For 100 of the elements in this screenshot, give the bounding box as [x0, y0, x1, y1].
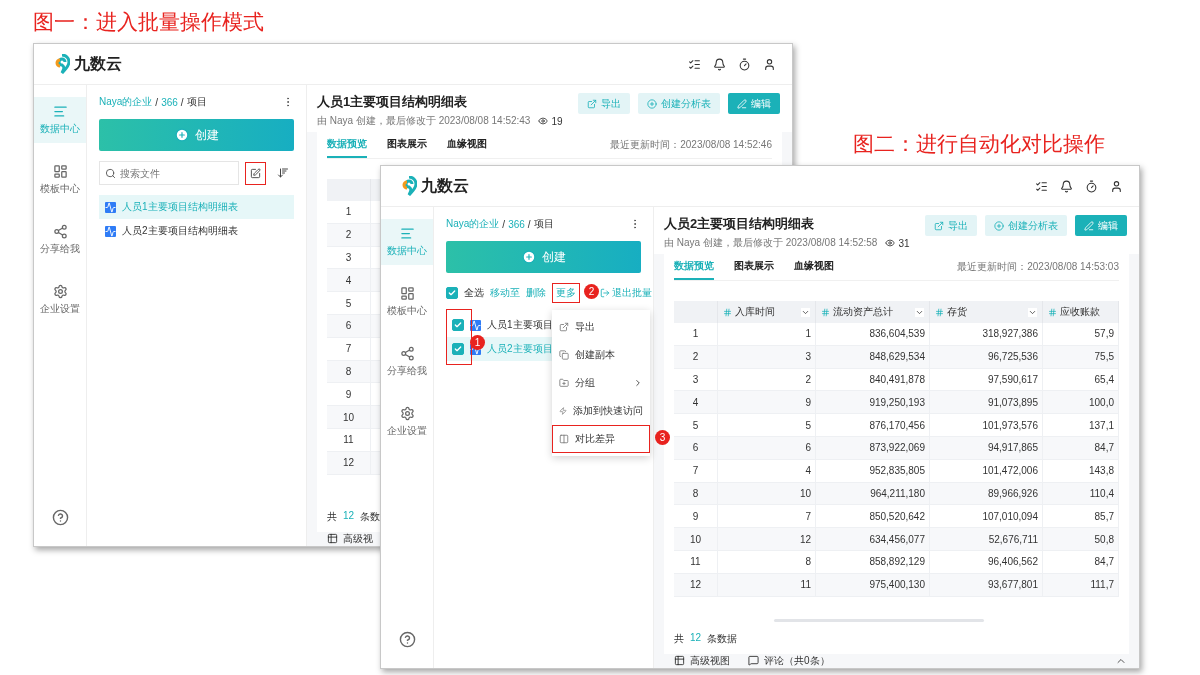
select-all-label[interactable]: 全选 [464, 286, 484, 300]
check-icon [448, 289, 456, 297]
document-meta: 由 Naya 创建，最后修改于 2023/08/08 14:52:58 [664, 236, 878, 250]
row-number: 8 [327, 360, 371, 383]
table-cell: 919,250,193 [816, 391, 930, 414]
nav-item[interactable]: 模板中心 [34, 157, 86, 203]
total-label: 条数据 [707, 631, 738, 646]
pen-icon [737, 98, 747, 109]
menu-item[interactable]: 添加到快速访问 [552, 397, 650, 425]
table-cell: 137,1 [1043, 414, 1119, 436]
settings-icon [399, 406, 415, 421]
table-cell: 12 [718, 528, 816, 550]
share-icon [399, 346, 415, 361]
total-label: 共 [327, 509, 337, 524]
table-cell: 848,629,534 [816, 345, 930, 368]
plus-icon [521, 250, 536, 264]
help-icon[interactable] [51, 509, 69, 526]
help-icon[interactable] [398, 631, 416, 648]
view-tab[interactable]: 血缘视图 [447, 132, 487, 158]
view-tab[interactable]: 血缘视图 [794, 254, 834, 280]
table-cell: 110,4 [1043, 482, 1119, 505]
row-number: 2 [674, 345, 718, 368]
total-count: 12 [343, 509, 355, 523]
timer-icon[interactable] [1085, 179, 1098, 193]
notification-icon[interactable] [1060, 179, 1073, 193]
export-icon [587, 98, 597, 109]
breadcrumb-separator: / [180, 96, 184, 108]
table-cell: 318,927,386 [930, 323, 1043, 345]
bottom-tab[interactable]: 评论（共0条） [748, 653, 830, 668]
highlight-box [446, 309, 472, 365]
table-cell: 111,7 [1043, 573, 1119, 596]
list-icon [52, 104, 68, 119]
comment-icon [748, 655, 759, 667]
breadcrumb-separator: / [527, 218, 531, 230]
table-cell: 9 [718, 391, 816, 414]
dashboard-icon [52, 164, 68, 179]
task-list-icon[interactable] [1035, 179, 1048, 193]
breadcrumb-current: 项目 [186, 95, 207, 109]
sort-icon [277, 167, 289, 179]
view-tab[interactable]: 图表展示 [734, 254, 774, 280]
view-count: 19 [538, 115, 563, 127]
nav-item[interactable]: 模板中心 [381, 279, 433, 325]
chevron-right-icon [633, 378, 643, 388]
eye-icon [885, 238, 896, 248]
nav-item[interactable]: 分享给我 [381, 339, 433, 385]
table-cell: 6 [718, 437, 816, 459]
table-cell: 57,9 [1043, 323, 1119, 345]
file-item[interactable]: 人员2主要项目结构明细表 [99, 219, 294, 243]
table-cell: 975,400,130 [816, 573, 930, 596]
table-cell: 52,676,711 [930, 528, 1043, 550]
view-tab[interactable]: 图表展示 [387, 132, 427, 158]
total-label: 条数 [360, 509, 381, 524]
logo-icon [401, 176, 417, 196]
folder-icon [559, 378, 569, 388]
user-icon[interactable] [1110, 179, 1123, 193]
task-list-icon[interactable] [688, 57, 701, 71]
timer-icon[interactable] [738, 57, 751, 71]
chart-file-icon [105, 201, 116, 213]
search-field[interactable]: 搜索文件 [99, 161, 239, 185]
table-cell: 3 [718, 345, 816, 368]
row-number: 10 [674, 528, 718, 550]
row-number: 11 [327, 428, 371, 451]
hash-icon [821, 307, 830, 317]
bottom-tab[interactable]: 高级视图 [674, 653, 730, 668]
table-cell: 1 [718, 323, 816, 345]
user-icon[interactable] [763, 57, 776, 71]
table-cell: 100,0 [1043, 391, 1119, 414]
nav-item[interactable]: 企业设置 [381, 399, 433, 445]
figure-caption: 图二：进行自动化对比操作 [853, 131, 1105, 157]
table-cell: 101,472,006 [930, 459, 1043, 482]
logo-text: 九数云 [74, 53, 122, 74]
chart-file-icon [105, 225, 116, 237]
export-icon [934, 220, 944, 231]
file-checkbox[interactable] [452, 319, 464, 331]
row-number: 7 [327, 337, 371, 360]
nav-item[interactable]: 企业设置 [34, 277, 86, 323]
nav-item[interactable]: 分享给我 [34, 217, 86, 263]
row-number: 2 [327, 223, 371, 246]
last-updated: 最近更新时间：2023/08/08 14:52:46 [610, 138, 772, 152]
table-cell: 840,491,878 [816, 368, 930, 391]
document-title: 人员2主要项目结构明细表 [664, 215, 816, 233]
last-updated: 最近更新时间：2023/08/08 14:53:03 [957, 260, 1119, 274]
logo-text: 九数云 [421, 175, 469, 196]
notification-icon[interactable] [713, 57, 726, 71]
table-cell: 7 [718, 505, 816, 528]
table-cell: 8 [718, 550, 816, 573]
bottom-tab[interactable]: 高级视 [327, 531, 373, 546]
table-cell: 850,520,642 [816, 505, 930, 528]
table-cell: 65,4 [1043, 368, 1119, 391]
table-cell: 96,725,536 [930, 345, 1043, 368]
breadcrumb-separator: / [502, 218, 506, 230]
file-checkbox[interactable] [452, 343, 464, 355]
menu-item[interactable]: 分组 [552, 369, 650, 397]
table-cell: 84,7 [1043, 437, 1119, 459]
select-all-checkbox[interactable] [446, 287, 458, 299]
list-icon [399, 226, 415, 241]
row-number: 4 [327, 269, 371, 292]
batch-mode-button[interactable] [245, 161, 266, 185]
row-number: 10 [327, 406, 371, 428]
table-cell: 50,8 [1043, 528, 1119, 550]
